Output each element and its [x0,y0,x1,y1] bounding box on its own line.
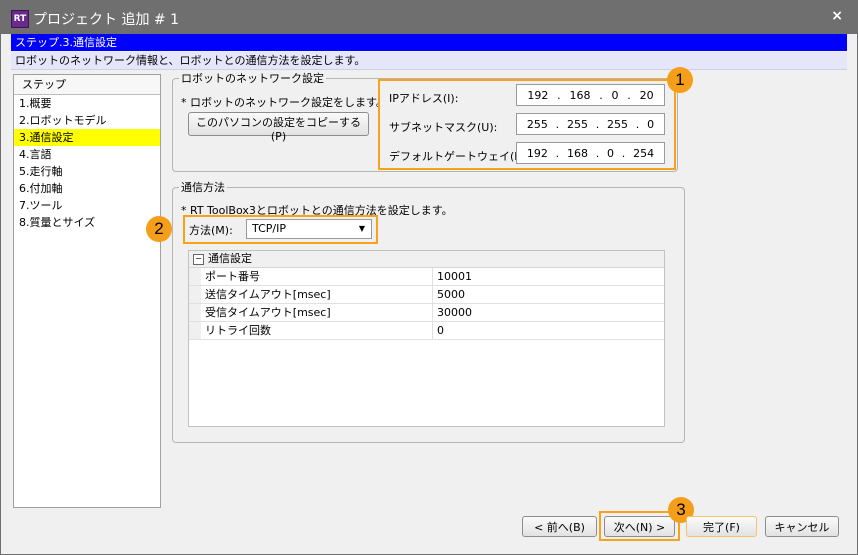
copy-pc-settings-button[interactable]: このパソコンの設定をコピーする(P) [188,112,369,143]
step-item-tool[interactable]: 7.ツール [14,197,160,214]
callout-badge-2: 2 [146,216,172,242]
step-description: ロボットのネットワーク情報と、ロボットとの通信方法を設定します。 [11,52,847,70]
grid-group-title: 通信設定 [208,252,252,265]
grid-row-send-timeout[interactable]: 送信タイムアウト[msec] 5000 [189,286,664,304]
collapse-icon[interactable]: − [193,253,204,265]
next-button-highlight [599,511,680,541]
grid-row-retry-count[interactable]: リトライ回数 0 [189,322,664,340]
back-button[interactable]: < 前へ(B) [522,516,597,537]
title-bar: RT プロジェクト 追加 # 1 × [1,1,857,34]
close-icon[interactable]: × [831,8,843,24]
communication-method-legend: 通信方法 [181,181,225,194]
grid-row-receive-timeout[interactable]: 受信タイムアウト[msec] 30000 [189,304,664,322]
method-highlight [183,215,378,244]
step-item-additional-axis[interactable]: 6.付加軸 [14,180,160,197]
finish-button[interactable]: 完了(F) [686,516,757,537]
app-icon: RT [11,10,29,28]
communication-settings-grid: − 通信設定 ポート番号 10001 送信タイムアウト[msec] 5000 受信… [188,250,665,427]
step-item-mass-size[interactable]: 8.質量とサイズ [14,214,160,231]
grid-cell-value[interactable]: 5000 [433,286,664,303]
step-item-language[interactable]: 4.言語 [14,146,160,163]
project-add-dialog: RT プロジェクト 追加 # 1 × ステップ.3.通信設定 ロボットのネットワ… [0,0,858,555]
network-settings-legend: ロボットのネットワーク設定 [181,72,324,85]
grid-cell-name: 送信タイムアウト[msec] [201,286,433,303]
grid-cell-name: 受信タイムアウト[msec] [201,304,433,321]
grid-cell-value[interactable]: 0 [433,322,664,339]
step-item-travel-axis[interactable]: 5.走行軸 [14,163,160,180]
network-fields-highlight [378,79,676,170]
step-list: ステップ 1.概要 2.ロボットモデル 3.通信設定 4.言語 5.走行軸 6.… [13,74,161,508]
callout-badge-1: 1 [667,67,693,93]
cancel-button[interactable]: キャンセル [765,516,839,537]
grid-cell-value[interactable]: 10001 [433,268,664,285]
step-item-communication[interactable]: 3.通信設定 [14,129,160,146]
grid-cell-name: リトライ回数 [201,322,433,339]
grid-group-header[interactable]: − 通信設定 [189,251,664,268]
step-item-robot-model[interactable]: 2.ロボットモデル [14,112,160,129]
step-item-overview[interactable]: 1.概要 [14,95,160,112]
grid-row-port[interactable]: ポート番号 10001 [189,268,664,286]
step-list-header: ステップ [14,75,160,95]
grid-cell-value[interactable]: 30000 [433,304,664,321]
network-note: * ロボットのネットワーク設定をします。 [181,96,387,109]
grid-cell-name: ポート番号 [201,268,433,285]
step-header: ステップ.3.通信設定 [11,34,847,51]
window-title: プロジェクト 追加 # 1 [33,12,179,28]
